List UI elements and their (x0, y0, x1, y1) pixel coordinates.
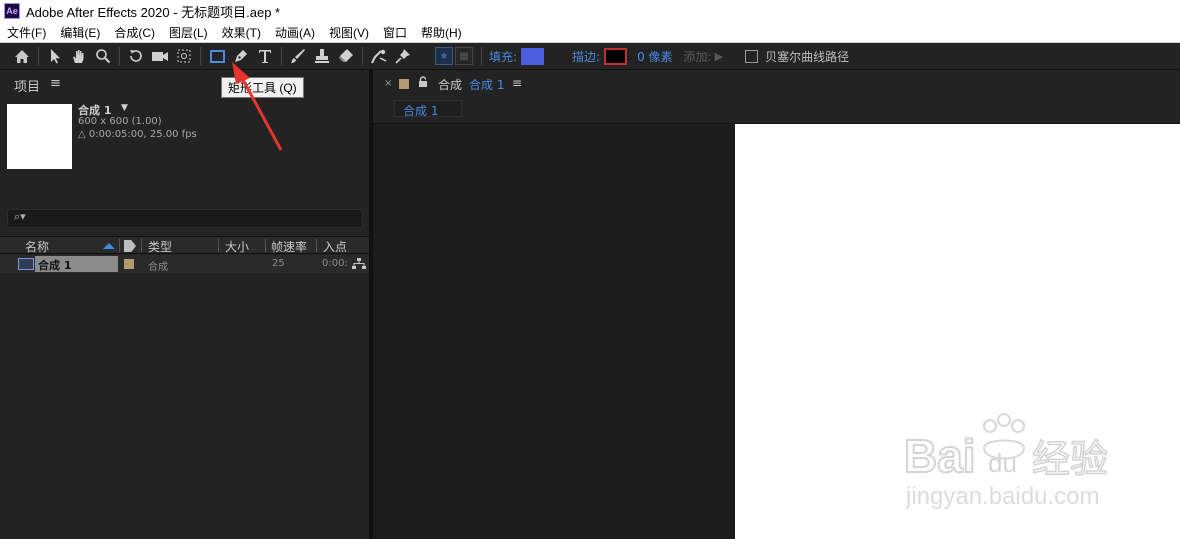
project-search-input[interactable]: ⌕▾ (7, 209, 363, 228)
eraser-icon[interactable] (334, 44, 358, 68)
baidu-jingyan-watermark: Bai du 经验 jingyan.baidu.com (904, 413, 1109, 510)
red-arrow-annotation (232, 62, 283, 151)
toolbar-divider (362, 47, 363, 65)
watermark-du: du (988, 448, 1017, 478)
window-title: Adobe After Effects 2020 - 无标题项目.aep * (26, 4, 281, 20)
comp-tab-label[interactable]: 合成 (438, 76, 462, 93)
menu-help[interactable]: 帮助(H) (414, 24, 469, 41)
composition-icon (18, 258, 34, 270)
bezier-path-checkbox[interactable] (745, 49, 759, 63)
column-size[interactable]: 大小 (225, 238, 249, 255)
tools-toolbar: ★ ▦ 填充: 描边: 0 像素 添加: ▶ 贝塞尔曲线路径 (0, 43, 1180, 70)
brush-icon[interactable] (286, 44, 310, 68)
search-icon[interactable]: ⌕▾ (14, 210, 26, 224)
menu-effect[interactable]: 效果(T) (215, 24, 268, 41)
comp-breadcrumb[interactable]: 合成 1 (394, 100, 462, 118)
chevron-down-icon[interactable]: ▼ (121, 103, 128, 113)
menu-bar: 文件(F) 编辑(E) 合成(C) 图层(L) 效果(T) 动画(A) 视图(V… (0, 22, 1180, 43)
close-icon[interactable]: × (384, 78, 392, 89)
watermark-url: jingyan.baidu.com (905, 483, 1099, 510)
tab-composition[interactable]: 合成 1 (469, 76, 504, 93)
puppet-pin-icon[interactable] (391, 44, 415, 68)
clone-stamp-icon[interactable] (310, 44, 334, 68)
hand-icon[interactable] (67, 44, 91, 68)
column-type[interactable]: 类型 (148, 238, 172, 255)
toolbar-divider (200, 47, 201, 65)
row-name[interactable]: 合成 1 (38, 257, 71, 273)
breadcrumb-label: 合成 1 (403, 104, 439, 118)
column-divider (316, 239, 317, 252)
stroke-label: 描边: (572, 49, 601, 64)
fill-label: 填充: (489, 49, 518, 64)
panel-menu-icon[interactable]: ≡ (50, 76, 61, 91)
stroke-width-value[interactable]: 0 像素 (637, 48, 672, 65)
row-in-point: 0:00: (322, 258, 348, 269)
menu-animation[interactable]: 动画(A) (268, 24, 322, 41)
sort-ascending-icon[interactable] (103, 243, 115, 249)
panel-menu-icon[interactable]: ≡ (512, 76, 522, 90)
project-panel-title: 项目 (14, 80, 41, 95)
title-bar: Ae Adobe After Effects 2020 - 无标题项目.aep … (0, 0, 1180, 22)
row-fps: 25 (272, 258, 285, 269)
comp-thumbnail (7, 104, 72, 169)
stroke-color-swatch[interactable] (604, 47, 628, 65)
selection-icon[interactable] (43, 44, 67, 68)
star-icon[interactable]: ★ (435, 47, 453, 65)
label-tag-icon[interactable] (124, 240, 136, 252)
watermark-brand: Bai (904, 430, 976, 482)
home-icon[interactable] (10, 44, 34, 68)
menu-composition[interactable]: 合成(C) (107, 24, 162, 41)
roto-brush-icon[interactable] (367, 44, 391, 68)
project-panel: 项目 ≡ 合成 1 ▼ 600 x 600 (1.00) △ 0:00:05:0… (0, 70, 369, 539)
project-table-header: 名称 类型 大小 帧速率 入点 (0, 236, 369, 254)
rotate-icon[interactable] (124, 44, 148, 68)
menu-file[interactable]: 文件(F) (0, 24, 53, 41)
grid-icon[interactable]: ▦ (455, 47, 473, 65)
table-row[interactable]: 合成 1 合成 25 0:00: (0, 255, 369, 273)
column-divider (119, 239, 120, 252)
column-divider (265, 239, 266, 252)
bezier-path-label: 贝塞尔曲线路径 (765, 49, 850, 64)
lock-icon[interactable] (418, 76, 428, 88)
app-logo: Ae (4, 3, 20, 19)
toolbar-divider (481, 47, 482, 65)
zoom-icon[interactable] (91, 44, 115, 68)
toolbar-divider (119, 47, 120, 65)
row-type: 合成 (148, 262, 168, 273)
row-label-color[interactable] (124, 259, 134, 269)
menu-edit[interactable]: 编辑(E) (53, 24, 107, 41)
comp-info-dimensions: 600 x 600 (1.00) (78, 116, 162, 127)
pan-behind-icon[interactable] (172, 44, 196, 68)
comp-label-color (399, 79, 409, 89)
menu-layer[interactable]: 图层(L) (162, 24, 215, 41)
column-name[interactable]: 名称 (25, 238, 49, 255)
camera-icon[interactable] (148, 44, 172, 68)
watermark-sub: 经验 (1032, 437, 1108, 481)
column-in-point[interactable]: 入点 (323, 238, 347, 255)
add-label: 添加: (683, 49, 712, 64)
column-divider (218, 239, 219, 252)
flowchart-icon[interactable] (352, 258, 366, 270)
column-divider (141, 239, 142, 252)
menu-window[interactable]: 窗口 (376, 24, 414, 41)
menu-view[interactable]: 视图(V) (322, 24, 376, 41)
fill-color-swatch[interactable] (521, 47, 545, 65)
toolbar-divider (38, 47, 39, 65)
column-fps[interactable]: 帧速率 (271, 238, 307, 255)
add-dropdown-icon[interactable]: ▶ (715, 50, 723, 63)
comp-info-duration: △ 0:00:05:00, 25.00 fps (78, 129, 197, 140)
rectangle-icon[interactable] (205, 44, 229, 68)
